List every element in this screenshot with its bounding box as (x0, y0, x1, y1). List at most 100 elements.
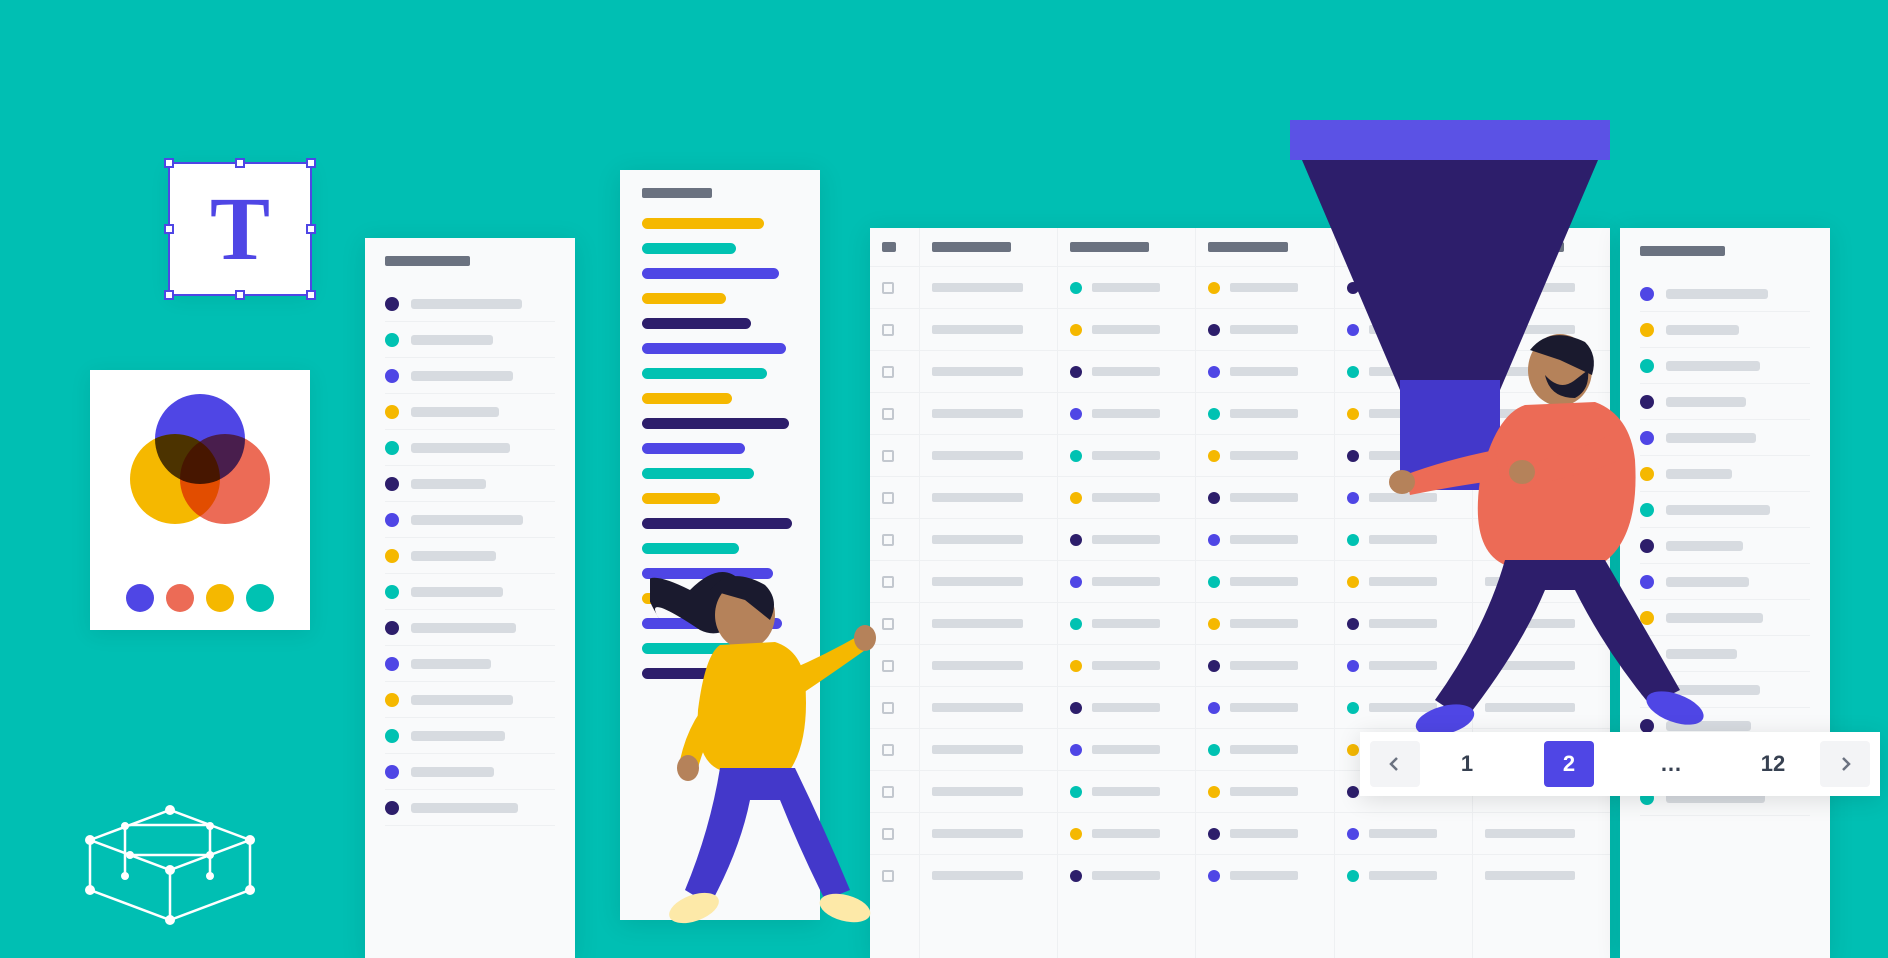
table-cell (1058, 392, 1195, 434)
list-item (642, 443, 745, 454)
list-item (385, 610, 555, 646)
table-cell (1196, 686, 1333, 728)
table-cell (1196, 560, 1333, 602)
list-item (385, 574, 555, 610)
table-cell (1058, 308, 1195, 350)
table-cell (870, 434, 919, 476)
table-cell (1058, 266, 1195, 308)
pagination-next-button[interactable] (1820, 741, 1870, 787)
pagination: 12…12 (1360, 732, 1880, 796)
table-cell (1058, 476, 1195, 518)
table-cell (920, 854, 1057, 896)
table-cell (1058, 686, 1195, 728)
person-man-illustration (1350, 320, 1750, 750)
table-cell (870, 350, 919, 392)
color-swatch (166, 584, 194, 612)
table-cell (920, 308, 1057, 350)
table-cell (920, 770, 1057, 812)
list-item (385, 394, 555, 430)
table-cell (1058, 812, 1195, 854)
table-cell (1196, 602, 1333, 644)
list-item (642, 368, 767, 379)
list-item (385, 538, 555, 574)
table-cell (1058, 728, 1195, 770)
table-cell (920, 602, 1057, 644)
list-item (385, 430, 555, 466)
table-cell (920, 518, 1057, 560)
pagination-prev-button[interactable] (1370, 741, 1420, 787)
list-item (385, 646, 555, 682)
list-item (642, 468, 754, 479)
table-cell (920, 812, 1057, 854)
person-woman-illustration (650, 560, 910, 940)
table-cell (920, 728, 1057, 770)
list-item (642, 243, 736, 254)
pagination-page-button[interactable]: 12 (1748, 741, 1798, 787)
table-cell (920, 476, 1057, 518)
table-cell (920, 392, 1057, 434)
color-palette-card (90, 370, 310, 630)
typography-glyph: T (210, 178, 270, 281)
table-cell (870, 392, 919, 434)
list-item (385, 286, 555, 322)
table-cell (1058, 560, 1195, 602)
list-item (642, 218, 764, 229)
list-item (642, 318, 751, 329)
table-cell (1058, 518, 1195, 560)
typography-card: T (170, 164, 310, 294)
table-cell (1196, 770, 1333, 812)
color-swatch (206, 584, 234, 612)
table-cell (1196, 644, 1333, 686)
list-item (1640, 276, 1810, 312)
list-item (642, 518, 792, 529)
table-cell (920, 560, 1057, 602)
list-item (642, 268, 779, 279)
wireframe-cube-icon (70, 780, 270, 940)
table-cell (1473, 812, 1610, 854)
table-cell (1196, 518, 1333, 560)
list-item (642, 493, 720, 504)
table-cell (1058, 602, 1195, 644)
list-item (385, 790, 555, 826)
table-cell (920, 686, 1057, 728)
table-cell (1058, 434, 1195, 476)
list-item (385, 358, 555, 394)
list-item (385, 502, 555, 538)
table-cell (1058, 854, 1195, 896)
list-item (385, 754, 555, 790)
color-swatches (126, 584, 274, 612)
table-cell (870, 476, 919, 518)
list-item (385, 466, 555, 502)
list-item (385, 718, 555, 754)
table-cell (870, 266, 919, 308)
table-cell (1058, 644, 1195, 686)
table-cell (870, 308, 919, 350)
table-cell (920, 644, 1057, 686)
list-item (385, 322, 555, 358)
pagination-ellipsis: … (1646, 741, 1696, 787)
table-cell (1196, 854, 1333, 896)
pagination-page-button[interactable]: 2 (1544, 741, 1594, 787)
color-swatch (126, 584, 154, 612)
table-cell (870, 518, 919, 560)
pagination-page-button[interactable]: 1 (1442, 741, 1492, 787)
table-cell (920, 266, 1057, 308)
color-swatch (246, 584, 274, 612)
list-item (385, 682, 555, 718)
venn-diagram-icon (130, 394, 270, 524)
list-item (642, 293, 726, 304)
table-cell (1196, 812, 1333, 854)
table-cell (920, 434, 1057, 476)
list-item (642, 418, 789, 429)
table-cell (1473, 854, 1610, 896)
table-cell (1058, 350, 1195, 392)
list-item (642, 543, 739, 554)
table-cell (920, 350, 1057, 392)
table-cell (1058, 770, 1195, 812)
list-item (642, 393, 732, 404)
list-item (642, 343, 786, 354)
list-panel-a (365, 238, 575, 958)
table-cell (1196, 728, 1333, 770)
table-cell (1335, 854, 1472, 896)
table-cell (1335, 812, 1472, 854)
